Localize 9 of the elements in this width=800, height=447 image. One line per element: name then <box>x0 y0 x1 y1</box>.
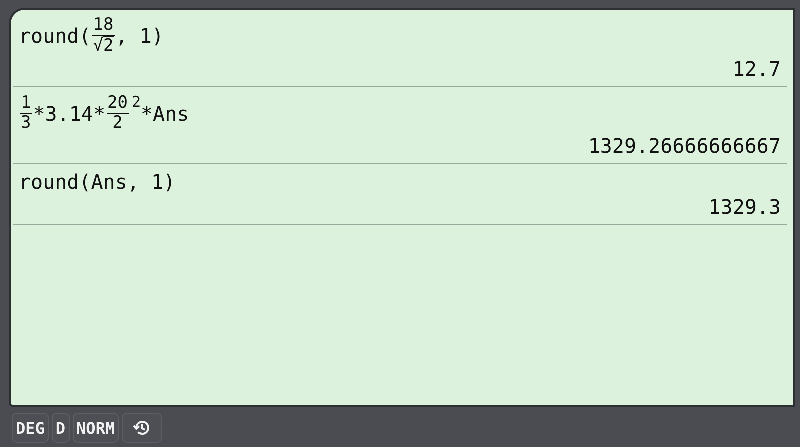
history-icon <box>133 419 152 437</box>
result: 12.7 <box>732 56 781 82</box>
mode-button[interactable]: DEG <box>12 413 49 443</box>
history-button[interactable] <box>122 413 162 443</box>
mode-button[interactable]: NORM <box>72 413 120 443</box>
mode-button[interactable]: D <box>52 413 70 443</box>
expression: round(Ans, 1) <box>19 170 176 194</box>
result: 1329.26666666667 <box>588 133 781 159</box>
result: 1329.3 <box>708 194 781 220</box>
